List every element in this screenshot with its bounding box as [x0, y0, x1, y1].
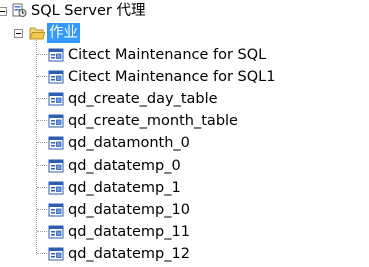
job-icon — [48, 247, 64, 261]
tree-node-label: qd_datatemp_1 — [68, 180, 181, 196]
tree-node-jobs-folder[interactable]: 作业 — [0, 22, 369, 44]
tree-node-job[interactable]: Citect Maintenance for SQL — [0, 44, 369, 66]
tree-node-job[interactable]: qd_create_day_table — [0, 88, 369, 110]
job-icon — [48, 181, 64, 195]
tree-node-job[interactable]: qd_datatemp_10 — [0, 199, 369, 221]
tree-node-job[interactable]: qd_datamonth_0 — [0, 132, 369, 154]
sql-agent-icon — [12, 3, 27, 17]
job-icon — [48, 70, 64, 84]
job-icon — [48, 159, 64, 173]
tree-node-job[interactable]: Citect Maintenance for SQL1 — [0, 66, 369, 88]
tree-node-label: qd_create_month_table — [68, 113, 238, 129]
tree-node-job[interactable]: qd_datatemp_11 — [0, 221, 369, 243]
tree-node-label: Citect Maintenance for SQL — [68, 47, 267, 63]
job-icon — [48, 203, 64, 217]
tree-node-job[interactable]: qd_datatemp_12 — [0, 243, 369, 265]
tree-node-label: qd_datatemp_12 — [68, 246, 190, 262]
object-explorer-tree: SQL Server 代理 作业 Citect Maintenance for … — [0, 0, 369, 267]
tree-node-label: qd_datatemp_10 — [68, 202, 190, 218]
tree-node-label: qd_datatemp_11 — [68, 224, 190, 240]
tree-node-label: Citect Maintenance for SQL1 — [68, 69, 276, 85]
tree-node-label: 作业 — [47, 23, 80, 43]
job-icon — [48, 48, 64, 62]
tree-node-label: qd_create_day_table — [68, 91, 218, 107]
job-icon — [48, 225, 64, 239]
tree-node-job[interactable]: qd_create_month_table — [0, 110, 369, 132]
folder-open-icon — [29, 27, 45, 40]
tree-node-label: qd_datamonth_0 — [68, 135, 190, 151]
tree-node-label: SQL Server 代理 — [31, 3, 146, 19]
tree-node-sql-server-agent[interactable]: SQL Server 代理 — [0, 0, 369, 22]
job-icon — [48, 136, 64, 150]
tree-node-job[interactable]: qd_datatemp_1 — [0, 177, 369, 199]
job-icon — [48, 114, 64, 128]
tree-node-job[interactable]: qd_datatemp_0 — [0, 155, 369, 177]
tree-node-label: qd_datatemp_0 — [68, 158, 181, 174]
job-icon — [48, 92, 64, 106]
